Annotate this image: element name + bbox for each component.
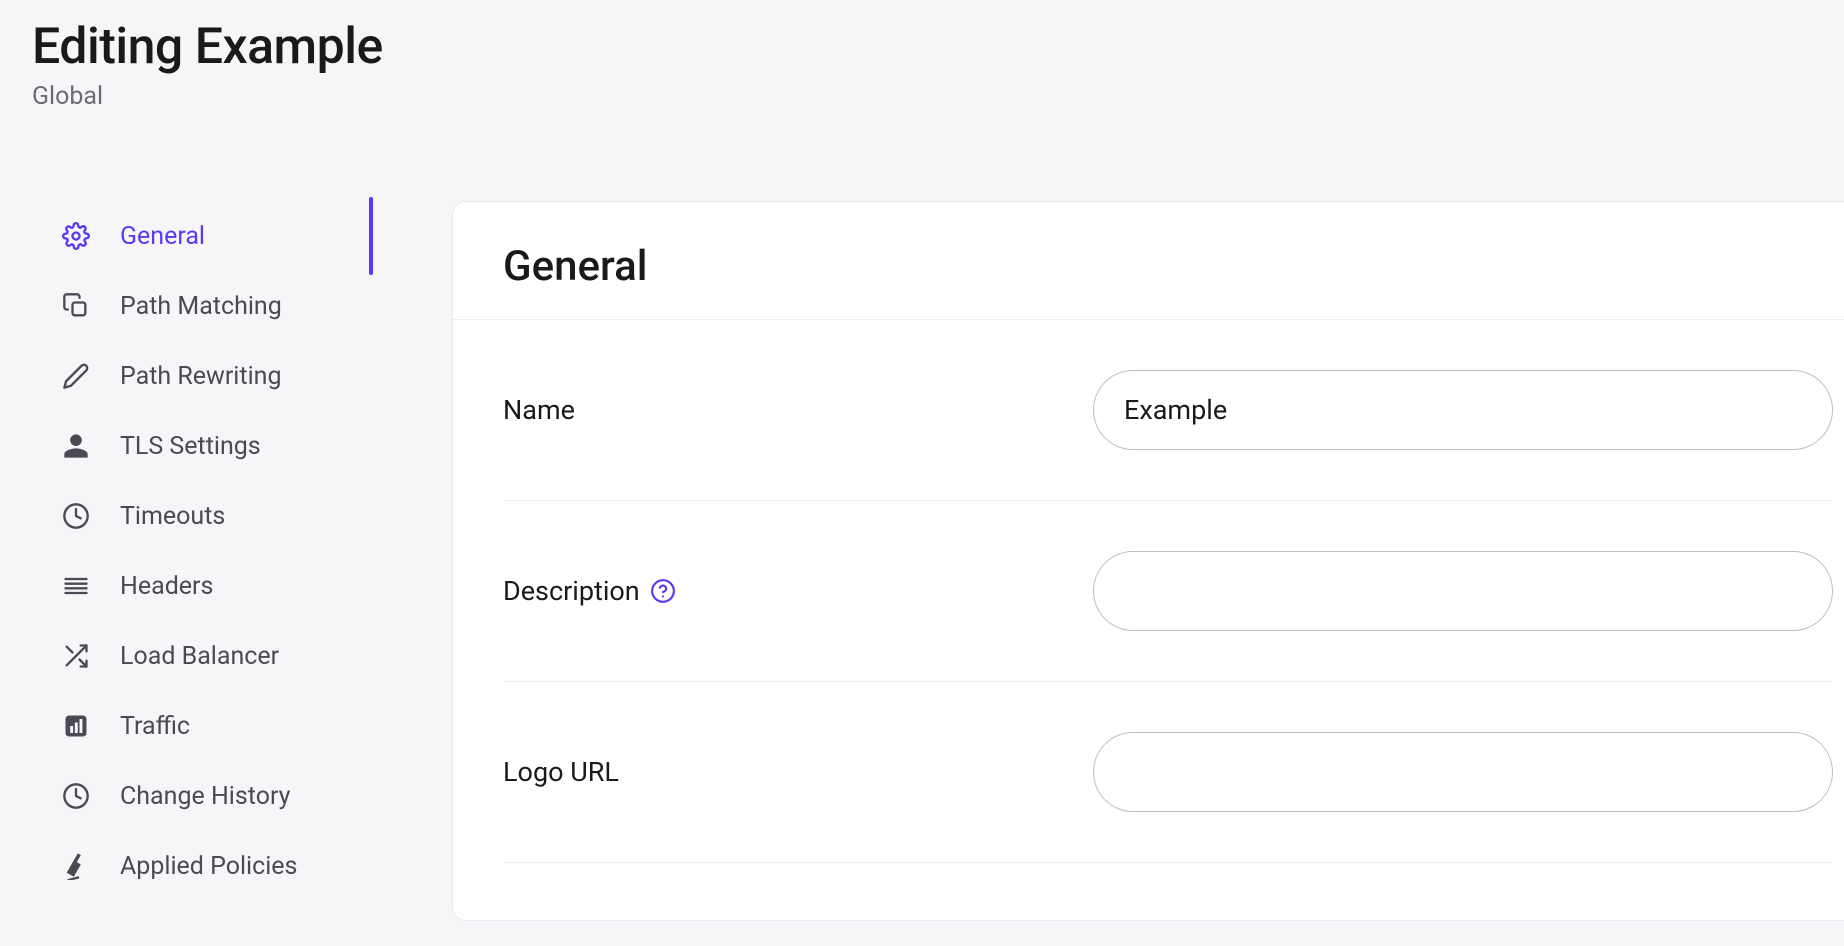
- gear-icon: [62, 222, 90, 250]
- page-subtitle: Global: [32, 82, 1812, 111]
- description-label: Description: [503, 575, 640, 607]
- shuffle-icon: [62, 642, 90, 670]
- clock-icon: [62, 502, 90, 530]
- sidebar-item-traffic[interactable]: Traffic: [32, 691, 372, 761]
- sidebar-item-label: Timeouts: [120, 502, 225, 531]
- sidebar: General Path Matching Path Rewriting TLS…: [32, 201, 402, 901]
- sidebar-item-load-balancer[interactable]: Load Balancer: [32, 621, 372, 691]
- sidebar-item-label: Load Balancer: [120, 642, 279, 671]
- form-row-description: Description: [503, 501, 1833, 682]
- card-title: General: [503, 242, 1833, 291]
- sidebar-item-headers[interactable]: Headers: [32, 551, 372, 621]
- sidebar-item-label: General: [120, 222, 205, 251]
- sidebar-item-change-history[interactable]: Change History: [32, 761, 372, 831]
- page-title: Editing Example: [32, 18, 1812, 76]
- lines-icon: [62, 572, 90, 600]
- form-row-logo-url: Logo URL: [503, 682, 1833, 863]
- content-card: General Name Description: [452, 201, 1844, 921]
- sidebar-item-label: Change History: [120, 782, 290, 811]
- form-row-name: Name: [503, 320, 1833, 501]
- logo-url-label: Logo URL: [503, 756, 619, 788]
- copy-icon: [62, 292, 90, 320]
- sidebar-item-tls-settings[interactable]: TLS Settings: [32, 411, 372, 481]
- gavel-icon: [62, 852, 90, 880]
- sidebar-item-label: Headers: [120, 572, 213, 601]
- description-input[interactable]: [1093, 551, 1833, 631]
- chart-icon: [62, 712, 90, 740]
- sidebar-item-timeouts[interactable]: Timeouts: [32, 481, 372, 551]
- name-input[interactable]: [1093, 370, 1833, 450]
- sidebar-item-label: Traffic: [120, 712, 190, 741]
- sidebar-item-label: Path Rewriting: [120, 362, 282, 391]
- user-icon: [62, 432, 90, 460]
- help-icon[interactable]: [650, 578, 676, 604]
- sidebar-item-path-matching[interactable]: Path Matching: [32, 271, 372, 341]
- sidebar-item-path-rewriting[interactable]: Path Rewriting: [32, 341, 372, 411]
- sidebar-item-label: TLS Settings: [120, 432, 261, 461]
- logo-url-input[interactable]: [1093, 732, 1833, 812]
- sidebar-item-label: Applied Policies: [120, 852, 297, 881]
- sidebar-item-general[interactable]: General: [32, 201, 372, 271]
- name-label: Name: [503, 394, 575, 426]
- sidebar-item-applied-policies[interactable]: Applied Policies: [32, 831, 372, 901]
- clock-icon: [62, 782, 90, 810]
- pencil-icon: [62, 362, 90, 390]
- sidebar-item-label: Path Matching: [120, 292, 282, 321]
